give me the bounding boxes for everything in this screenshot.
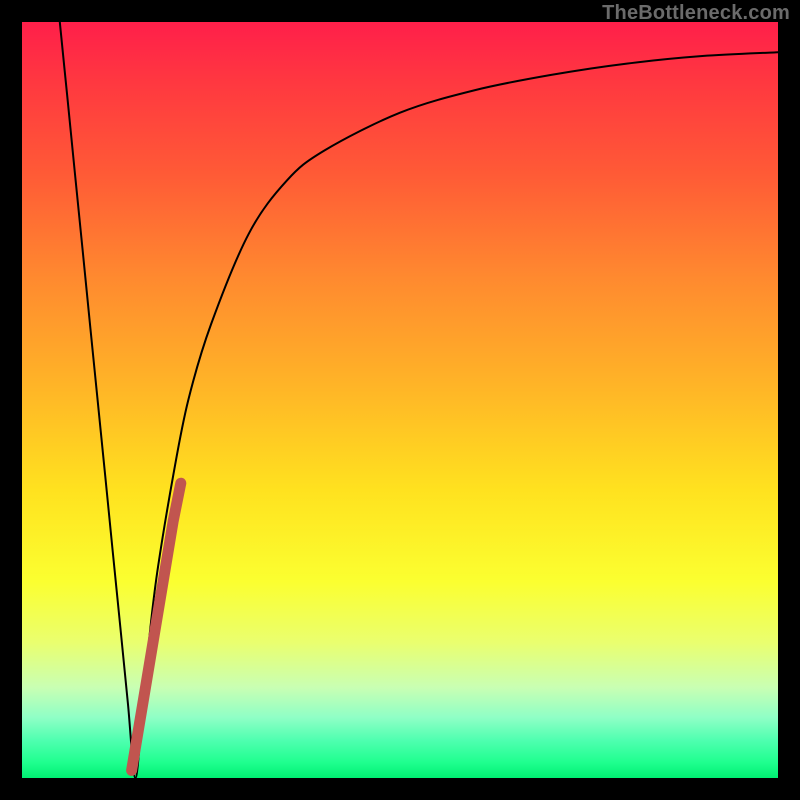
chart-frame: TheBottleneck.com [0,0,800,800]
watermark-text: TheBottleneck.com [602,2,790,25]
plot-area [22,22,778,778]
